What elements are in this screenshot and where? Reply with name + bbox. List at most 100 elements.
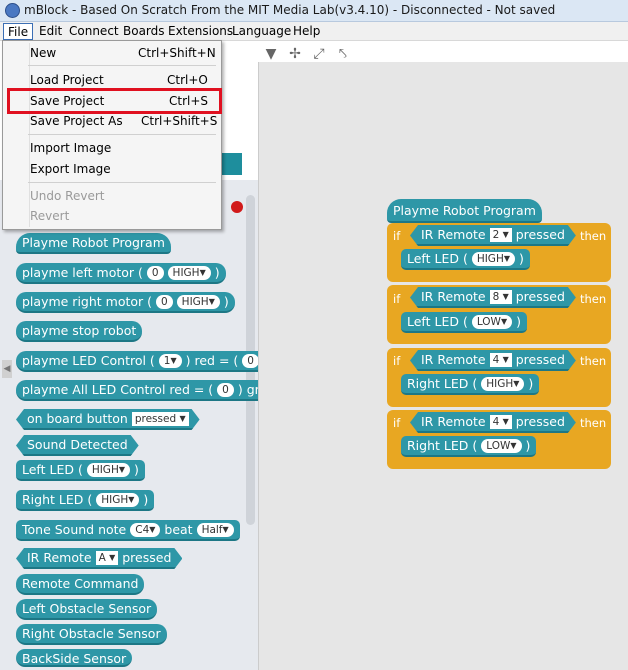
block-on-board-button[interactable]: on board button pressed ▼: [16, 409, 200, 430]
shortcut-new: Ctrl+Shift+N: [138, 46, 216, 60]
menu-language[interactable]: Language: [228, 23, 295, 40]
menu-connect[interactable]: Connect: [65, 23, 123, 40]
dropdown-arrow-icon: ▼: [222, 525, 229, 534]
level-dropdown[interactable]: HIGH▼: [96, 493, 140, 507]
level-dropdown[interactable]: HIGH▼: [481, 377, 525, 391]
dropdown-arrow-icon: ▼: [510, 441, 517, 450]
condition-ir-remote-2[interactable]: IR Remote 8 ▼ pressed: [410, 287, 576, 308]
key-dropdown[interactable]: A ▼: [96, 551, 119, 565]
dropdown-arrow-icon: ▼: [199, 268, 206, 277]
menu-bar: File Edit Connect Boards Extensions Lang…: [0, 22, 628, 41]
menu-boards[interactable]: Boards: [119, 23, 169, 40]
block-led-control[interactable]: playme LED Control ( 1▼ ) red = ( 0: [16, 351, 258, 372]
dropdown-arrow-icon: ▼: [502, 292, 509, 301]
then-label: then: [580, 354, 607, 368]
collapse-arrow-icon[interactable]: ◀: [2, 360, 12, 378]
action-left-led-1[interactable]: Left LED ( HIGH▼ ): [401, 249, 530, 270]
dropdown-arrow-icon: ▼: [149, 525, 156, 534]
dropdown-arrow-icon: ▼: [500, 317, 508, 326]
beat-dropdown[interactable]: Half▼: [196, 523, 234, 537]
condition-ir-remote-1[interactable]: IR Remote 2 ▼ pressed: [410, 225, 576, 246]
shrink-icon[interactable]: ⤣: [335, 46, 351, 62]
level-dropdown[interactable]: HIGH▼: [167, 266, 211, 280]
button-state-dropdown[interactable]: pressed ▼: [132, 412, 189, 426]
key-dropdown[interactable]: 2 ▼: [490, 228, 512, 242]
level-dropdown[interactable]: HIGH▼: [86, 463, 130, 477]
key-dropdown[interactable]: 8 ▼: [490, 290, 512, 304]
status-dot-icon: [231, 201, 243, 213]
block-left-led[interactable]: Left LED ( HIGH▼ ): [16, 460, 145, 481]
window-title: mBlock - Based On Scratch From the MIT M…: [24, 3, 556, 17]
block-sound-detected[interactable]: Sound Detected: [16, 435, 139, 456]
menu-item-load-project[interactable]: Load Project: [30, 73, 104, 87]
menu-item-new[interactable]: New: [30, 46, 56, 60]
menu-file[interactable]: File: [3, 23, 34, 40]
value-input[interactable]: 0: [217, 383, 234, 397]
menu-separator: [28, 134, 216, 135]
value-input[interactable]: 0: [242, 354, 258, 368]
menu-help[interactable]: Help: [289, 23, 324, 40]
menu-item-import-image[interactable]: Import Image: [30, 141, 111, 155]
block-playme-robot-program[interactable]: Playme Robot Program: [16, 233, 171, 254]
note-dropdown[interactable]: C4▼: [130, 523, 161, 537]
menu-edit[interactable]: Edit: [35, 23, 66, 40]
key-dropdown[interactable]: 4 ▼: [490, 415, 512, 429]
block-stop-robot[interactable]: playme stop robot: [16, 321, 143, 342]
condition-ir-remote-3[interactable]: IR Remote 4 ▼ pressed: [410, 350, 576, 371]
then-label: then: [580, 292, 607, 306]
shortcut-load-project: Ctrl+O: [167, 73, 208, 87]
block-backside-sensor[interactable]: BackSide Sensor: [16, 649, 133, 667]
mblock-app-icon: [5, 3, 20, 18]
menu-item-export-image[interactable]: Export Image: [30, 162, 111, 176]
block-tone-sound[interactable]: Tone Sound note C4▼ beat Half▼: [16, 520, 240, 541]
shortcut-save-project-as: Ctrl+Shift+S: [141, 114, 218, 128]
menu-item-save-project-as[interactable]: Save Project As: [30, 114, 123, 128]
if-label: if: [393, 354, 401, 368]
level-dropdown[interactable]: HIGH▼: [176, 295, 220, 309]
dropdown-arrow-icon: ▼: [502, 417, 509, 426]
value-input[interactable]: 0: [156, 295, 173, 309]
menu-item-undo-revert: Undo Revert: [30, 189, 105, 203]
block-left-obstacle-sensor[interactable]: Left Obstacle Sensor: [16, 599, 158, 620]
value-input[interactable]: 0: [146, 266, 164, 280]
dropdown-arrow-icon: ▼: [502, 230, 509, 239]
level-dropdown[interactable]: LOW▼: [481, 439, 522, 453]
then-label: then: [580, 416, 607, 430]
menu-extensions[interactable]: Extensions: [164, 23, 237, 40]
cut-icon[interactable]: ✢: [287, 46, 303, 62]
if-label: if: [393, 229, 401, 243]
dropdown-arrow-icon: ▼: [503, 254, 510, 263]
script-hat-playme-robot-program[interactable]: Playme Robot Program: [387, 199, 542, 223]
block-left-motor[interactable]: playme left motor ( 0 HIGH▼ ): [16, 263, 226, 284]
dropdown-arrow-icon: ▼: [502, 355, 509, 364]
level-dropdown[interactable]: LOW▼: [471, 315, 513, 329]
level-dropdown[interactable]: HIGH▼: [471, 252, 515, 266]
key-dropdown[interactable]: 4 ▼: [490, 353, 512, 367]
block-remote-command[interactable]: Remote Command: [16, 574, 145, 595]
action-right-led-4[interactable]: Right LED ( LOW▼ ): [401, 436, 537, 457]
menu-separator: [28, 182, 216, 183]
dropdown-arrow-icon: ▼: [128, 495, 135, 504]
highlight-box: [7, 88, 222, 114]
action-left-led-2[interactable]: Left LED ( LOW▼ ): [401, 312, 527, 333]
block-right-obstacle-sensor[interactable]: Right Obstacle Sensor: [16, 624, 167, 645]
block-right-motor[interactable]: playme right motor ( 0 HIGH▼ ): [16, 292, 235, 313]
title-bar: mBlock - Based On Scratch From the MIT M…: [0, 0, 628, 22]
block-right-led[interactable]: Right LED ( HIGH▼ ): [16, 490, 155, 511]
dropdown-arrow-icon: ▼: [208, 297, 215, 306]
grow-icon[interactable]: ⤢: [311, 46, 327, 62]
dropdown-arrow-icon: ▼: [513, 379, 520, 388]
condition-ir-remote-4[interactable]: IR Remote 4 ▼ pressed: [410, 412, 576, 433]
if-label: if: [393, 292, 401, 306]
dropdown-arrow-icon: ▼: [179, 414, 186, 423]
block-all-led-control[interactable]: playme All LED Control red = ( 0 ) gre: [16, 380, 258, 401]
action-right-led-3[interactable]: Right LED ( HIGH▼ ): [401, 374, 540, 395]
if-label: if: [393, 416, 401, 430]
dropdown-arrow-icon: ▼: [170, 356, 177, 365]
block-ir-remote[interactable]: IR Remote A ▼ pressed: [16, 548, 182, 569]
dropdown-arrow-icon: ▼: [118, 465, 125, 474]
menu-separator: [28, 65, 216, 66]
led-dropdown[interactable]: 1▼: [158, 354, 182, 368]
stamp-icon[interactable]: ▼: [263, 46, 279, 62]
dropdown-arrow-icon: ▼: [109, 553, 116, 562]
